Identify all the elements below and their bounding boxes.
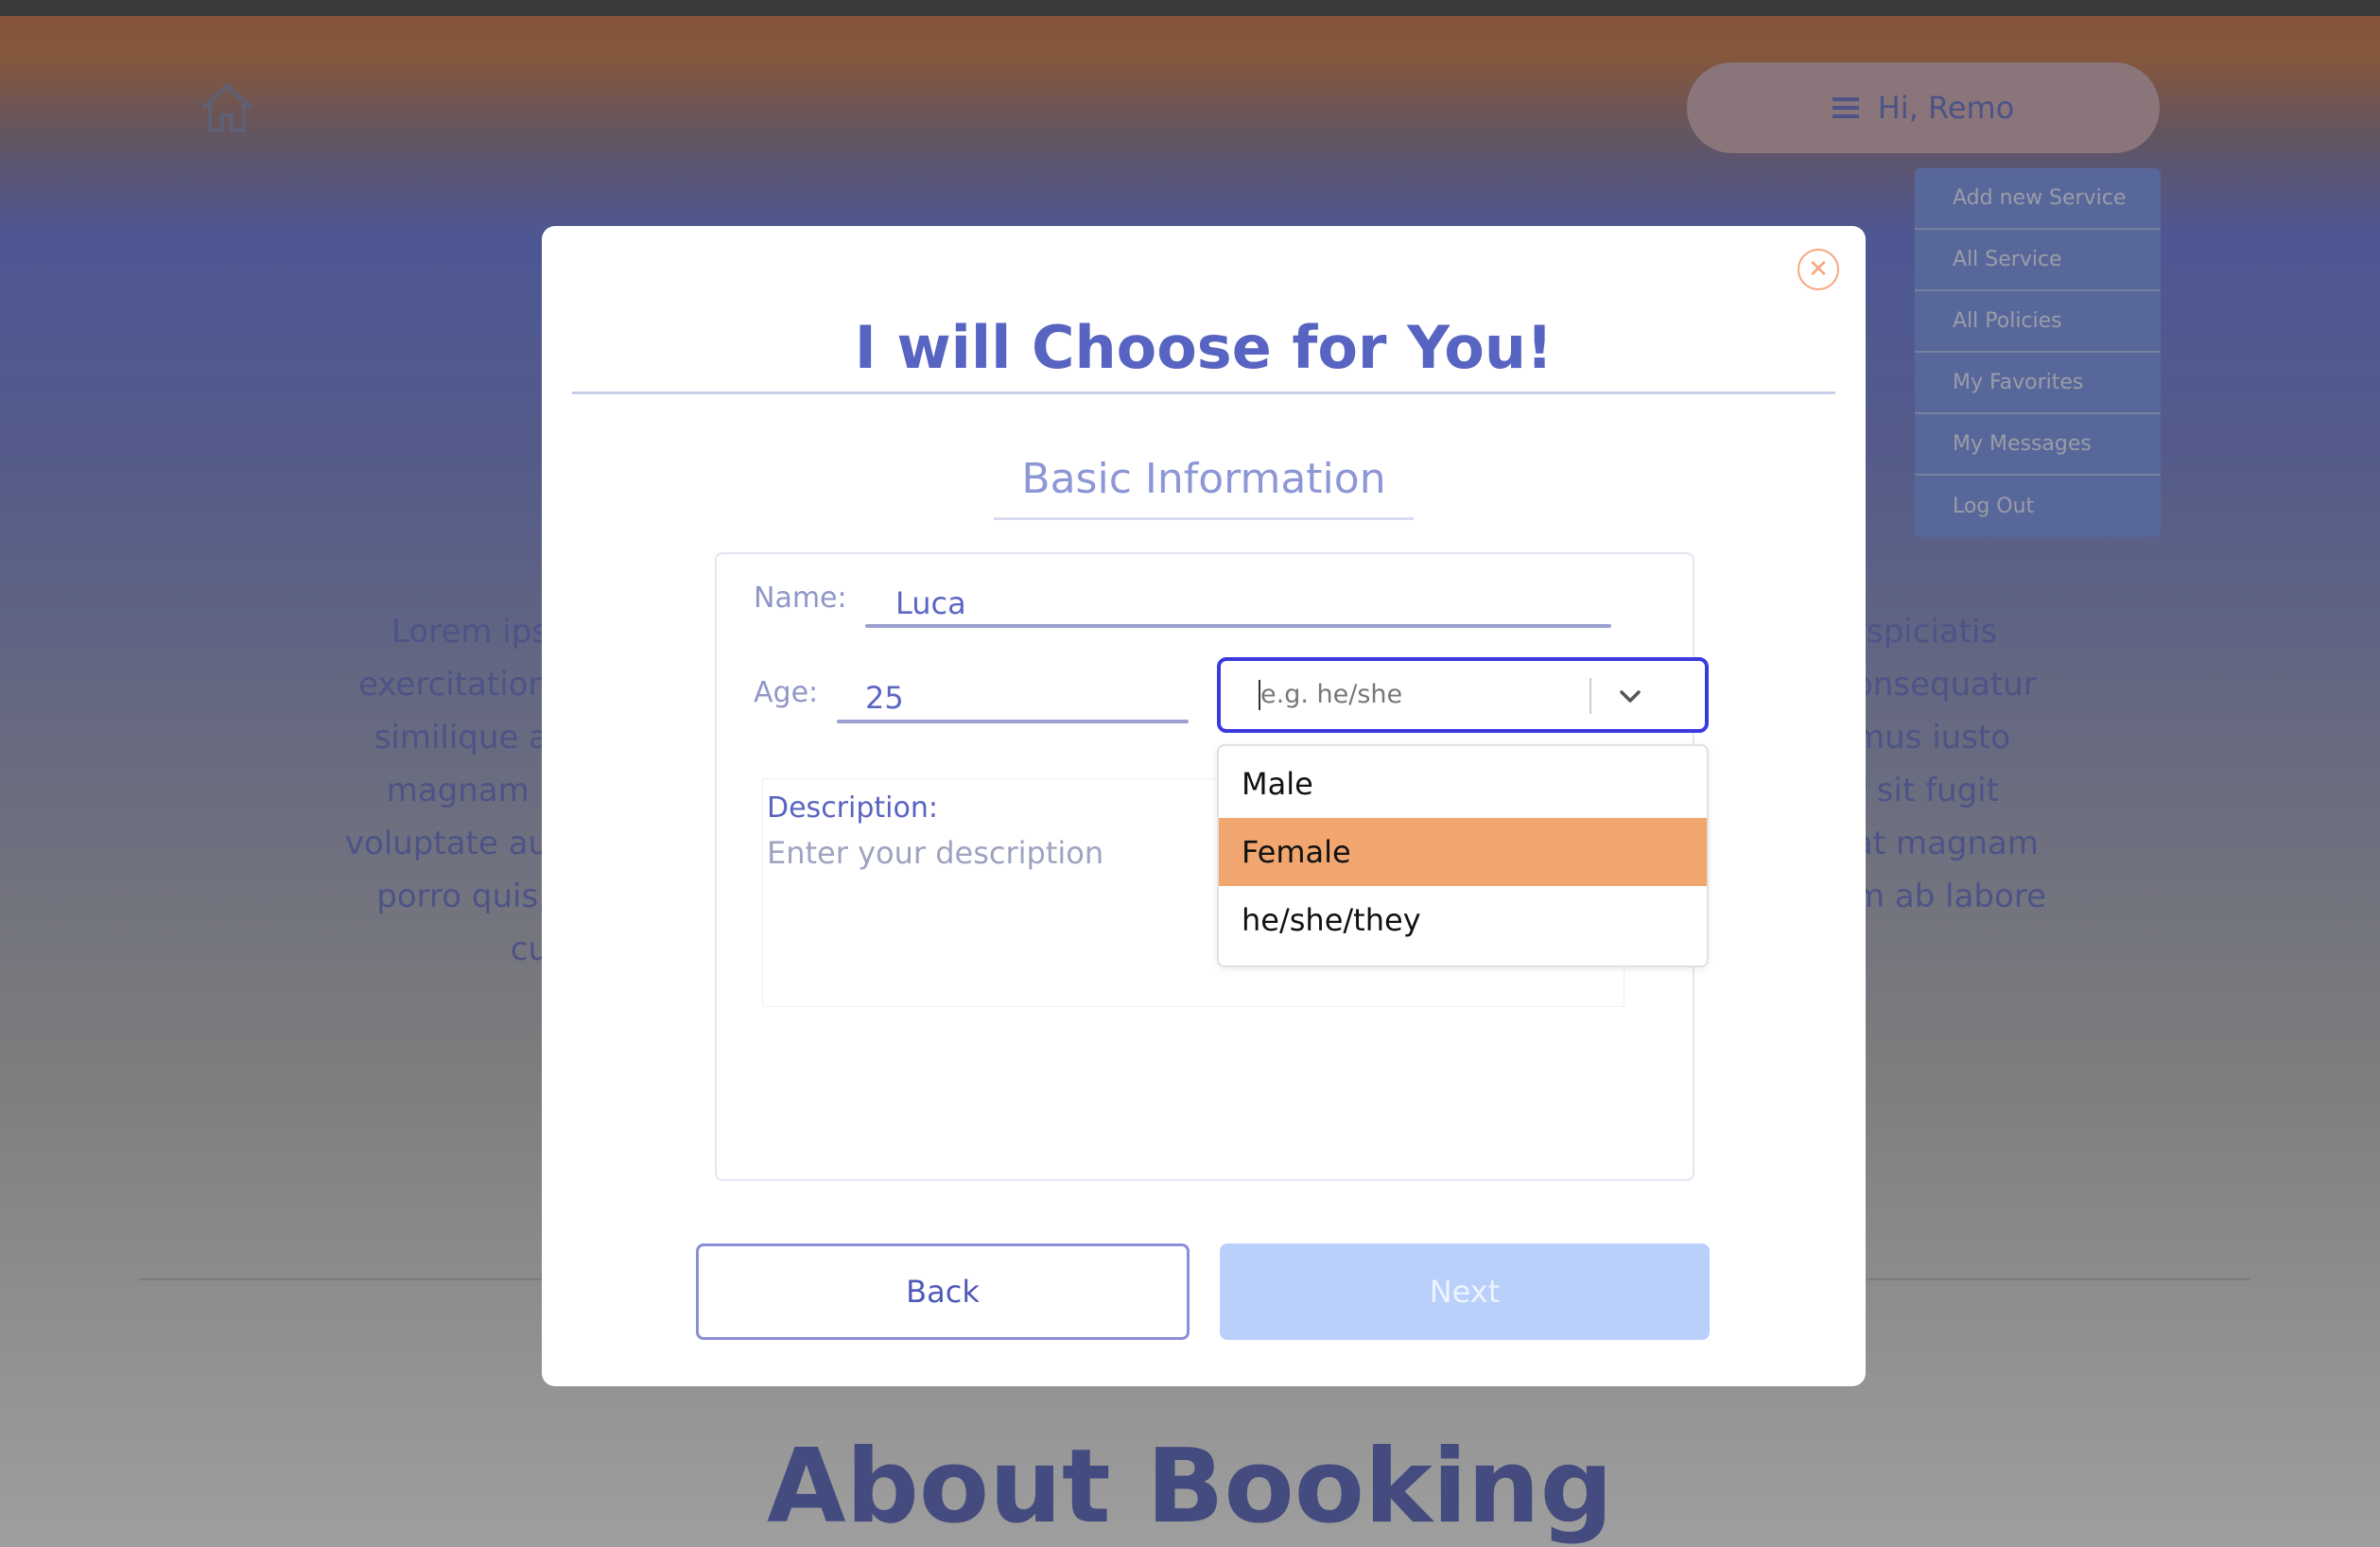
chevron-down-icon[interactable] [1616, 684, 1644, 708]
pronoun-select[interactable]: e.g. he/she [1217, 657, 1709, 733]
select-separator [1590, 678, 1591, 714]
name-input-underline [865, 624, 1611, 628]
pronoun-placeholder: e.g. he/she [1260, 680, 1403, 709]
age-input[interactable]: 25 [865, 680, 904, 716]
name-label: Name: [754, 582, 847, 615]
title-divider [572, 391, 1835, 394]
age-label: Age: [754, 676, 819, 709]
close-icon[interactable]: ✕ [1798, 249, 1839, 290]
description-placeholder: Enter your description [767, 835, 1104, 871]
next-button[interactable]: Next [1220, 1243, 1710, 1340]
age-input-underline [837, 720, 1189, 723]
option-male[interactable]: Male [1219, 750, 1707, 818]
name-input[interactable]: Luca [895, 585, 966, 621]
description-label: Description: [767, 791, 938, 825]
option-he-she-they[interactable]: he/she/they [1219, 886, 1707, 954]
section-divider [994, 517, 1414, 520]
pronoun-options-list: Male Female he/she/they [1217, 744, 1709, 967]
back-button[interactable]: Back [696, 1243, 1190, 1340]
section-title: Basic Information [1021, 455, 1386, 503]
choose-for-you-modal: ✕ I will Choose for You! Basic Informati… [542, 226, 1866, 1386]
option-female[interactable]: Female [1219, 818, 1707, 886]
modal-title: I will Choose for You! [854, 313, 1554, 382]
